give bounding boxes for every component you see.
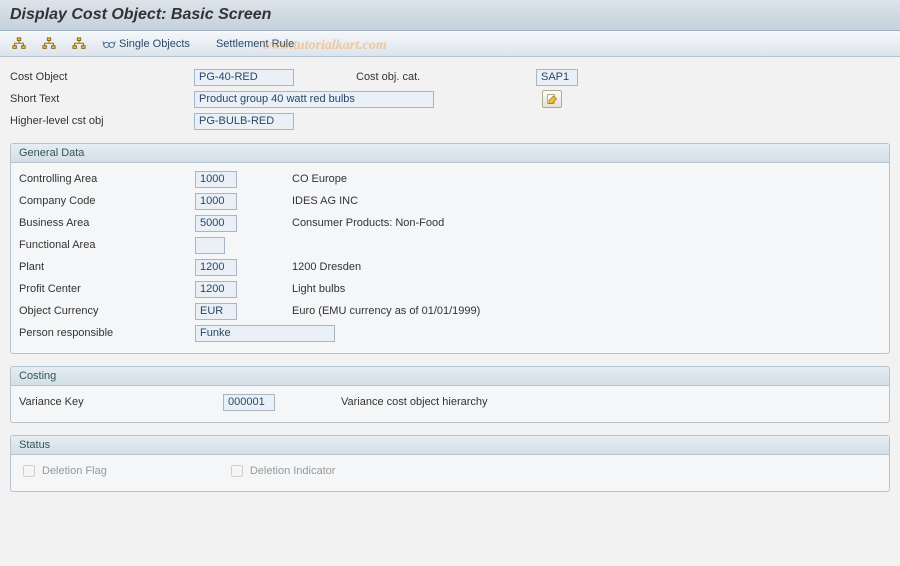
person-responsible-label: Person responsible — [19, 327, 129, 339]
functional-area-label: Functional Area — [19, 239, 129, 251]
business-area-label: Business Area — [19, 217, 129, 229]
profit-center-desc: Light bulbs — [292, 283, 345, 295]
variance-key-field[interactable]: 000001 — [223, 394, 275, 411]
short-text-label: Short Text — [10, 93, 120, 105]
cost-obj-cat-label: Cost obj. cat. — [356, 71, 451, 83]
costing-title: Costing — [11, 367, 889, 386]
functional-area-field[interactable] — [195, 237, 225, 254]
toolbar: Single Objects Settlement Rule — [0, 31, 900, 57]
glasses-icon — [102, 37, 116, 51]
deletion-flag-input[interactable] — [23, 465, 35, 477]
deletion-indicator-input[interactable] — [231, 465, 243, 477]
deletion-indicator-label: Deletion Indicator — [250, 465, 336, 477]
single-objects-label: Single Objects — [119, 38, 190, 50]
variance-key-label: Variance Key — [19, 396, 129, 408]
status-group: Status Deletion Flag Deletion Indicator — [10, 435, 890, 492]
hierarchy-icon — [12, 37, 26, 51]
plant-desc: 1200 Dresden — [292, 261, 361, 273]
deletion-flag-label: Deletion Flag — [42, 465, 107, 477]
profit-center-label: Profit Center — [19, 283, 129, 295]
form-area: Cost Object PG-40-RED Cost obj. cat. SAP… — [0, 57, 900, 500]
hierarchy-icon — [72, 37, 86, 51]
single-objects-button[interactable]: Single Objects — [98, 35, 194, 53]
cost-obj-cat-field[interactable]: SAP1 — [536, 69, 578, 86]
company-code-label: Company Code — [19, 195, 129, 207]
profit-center-field[interactable]: 1200 — [195, 281, 237, 298]
costing-group: Costing Variance Key 000001 Variance cos… — [10, 366, 890, 423]
controlling-area-field[interactable]: 1000 — [195, 171, 237, 188]
hierarchy-tree3-button[interactable] — [68, 35, 90, 53]
person-responsible-field[interactable]: Funke — [195, 325, 335, 342]
variance-key-desc: Variance cost object hierarchy — [341, 396, 488, 408]
plant-field[interactable]: 1200 — [195, 259, 237, 276]
company-code-desc: IDES AG INC — [292, 195, 358, 207]
higher-level-field[interactable]: PG-BULB-RED — [194, 113, 294, 130]
business-area-field[interactable]: 5000 — [195, 215, 237, 232]
pencil-icon — [546, 93, 558, 105]
hierarchy-icon — [42, 37, 56, 51]
deletion-indicator-checkbox[interactable]: Deletion Indicator — [227, 462, 336, 480]
cost-object-label: Cost Object — [10, 71, 120, 83]
hierarchy-tree2-button[interactable] — [38, 35, 60, 53]
business-area-desc: Consumer Products: Non-Food — [292, 217, 444, 229]
company-code-field[interactable]: 1000 — [195, 193, 237, 210]
screen-title: Display Cost Object: Basic Screen — [0, 0, 900, 31]
hierarchy-tree1-button[interactable] — [8, 35, 30, 53]
settlement-rule-label: Settlement Rule — [216, 38, 294, 50]
object-currency-desc: Euro (EMU currency as of 01/01/1999) — [292, 305, 480, 317]
higher-level-label: Higher-level cst obj — [10, 115, 120, 127]
settlement-rule-button[interactable]: Settlement Rule — [212, 36, 298, 52]
general-data-group: General Data Controlling Area 1000 CO Eu… — [10, 143, 890, 354]
object-currency-label: Object Currency — [19, 305, 129, 317]
object-currency-field[interactable]: EUR — [195, 303, 237, 320]
controlling-area-desc: CO Europe — [292, 173, 347, 185]
deletion-flag-checkbox[interactable]: Deletion Flag — [19, 462, 107, 480]
short-text-field[interactable]: Product group 40 watt red bulbs — [194, 91, 434, 108]
plant-label: Plant — [19, 261, 129, 273]
cost-object-field[interactable]: PG-40-RED — [194, 69, 294, 86]
edit-text-button[interactable] — [542, 90, 562, 108]
general-data-title: General Data — [11, 144, 889, 163]
status-title: Status — [11, 436, 889, 455]
controlling-area-label: Controlling Area — [19, 173, 129, 185]
